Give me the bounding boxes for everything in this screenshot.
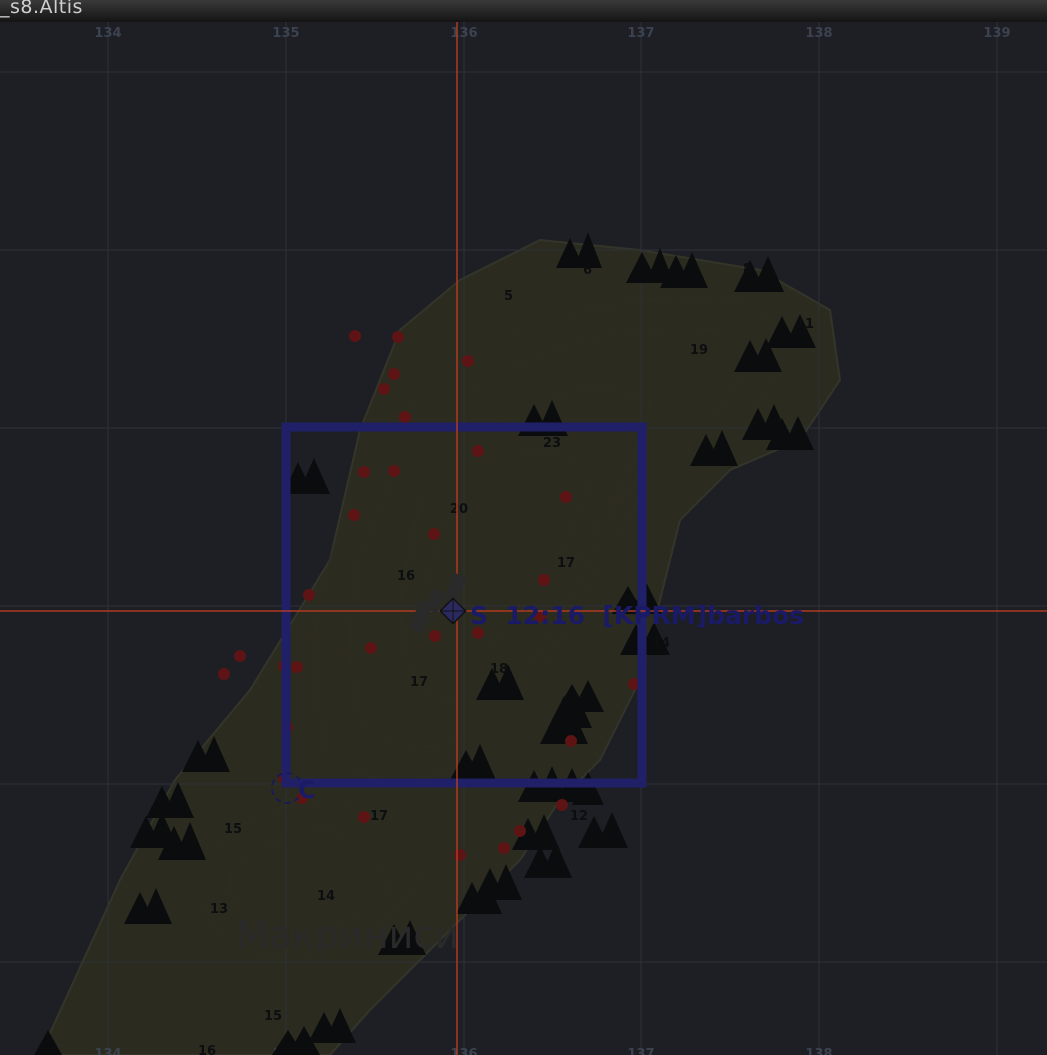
- red-marker: [392, 331, 404, 343]
- elevation-label: 15: [264, 1009, 282, 1024]
- red-marker: [538, 574, 550, 586]
- grid-label: 137: [627, 26, 654, 41]
- red-marker: [556, 799, 568, 811]
- red-marker: [560, 491, 572, 503]
- elevation-label: 16: [397, 569, 415, 584]
- window-titlebar: _s8.Altis: [0, 0, 1047, 22]
- map-view[interactable]: 134 135 136 137 138 139 134 135 136 137 …: [0, 0, 1047, 1055]
- elevation-label: 23: [543, 436, 561, 451]
- elevation-label: 14: [652, 636, 670, 651]
- elevation-label: 13: [210, 902, 228, 917]
- grid-label: 138: [805, 26, 832, 41]
- grid-label: 137: [627, 1047, 654, 1055]
- elevation-label: 5: [504, 289, 513, 304]
- red-marker: [365, 642, 377, 654]
- red-marker: [428, 528, 440, 540]
- elevation-label: 6: [583, 263, 592, 278]
- window-title: _s8.Altis: [0, 0, 83, 18]
- elevation-label: 20: [450, 502, 468, 517]
- elevation-label: 14: [317, 889, 335, 904]
- red-marker: [378, 383, 390, 395]
- red-marker: [218, 668, 230, 680]
- elevation-label: 19: [690, 343, 708, 358]
- red-marker: [388, 465, 400, 477]
- red-marker: [498, 842, 510, 854]
- elevation-label: 17: [557, 556, 575, 571]
- elevation-label: 18: [490, 662, 508, 677]
- red-marker: [388, 368, 400, 380]
- red-marker: [454, 849, 466, 861]
- grid-label: 138: [805, 1047, 832, 1055]
- red-marker: [303, 589, 315, 601]
- red-marker: [514, 825, 526, 837]
- grid-label: 134: [94, 26, 121, 41]
- red-marker: [349, 330, 361, 342]
- grid-label: 139: [983, 26, 1010, 41]
- elevation-label: 15: [224, 822, 242, 837]
- grid-label: 136: [450, 26, 477, 41]
- grid-labels-top: 134 135 136 137 138 139: [94, 26, 1010, 41]
- red-marker: [429, 630, 441, 642]
- red-marker: [399, 411, 411, 423]
- red-marker: [358, 466, 370, 478]
- elevation-label: 11: [796, 317, 814, 332]
- grid-label: 136: [450, 1047, 477, 1055]
- red-marker: [291, 661, 303, 673]
- elevation-label: 16: [198, 1044, 216, 1055]
- elevation-label: 8: [743, 262, 752, 277]
- red-marker: [462, 355, 474, 367]
- elevation-label: 17: [410, 675, 428, 690]
- waypoint-label: C: [298, 776, 316, 804]
- unit-callout: S 12:16 [KPRM]barbos: [470, 601, 804, 630]
- elevation-label: 12: [570, 809, 588, 824]
- red-marker: [565, 735, 577, 747]
- grid-label: 134: [94, 1047, 121, 1055]
- red-marker: [358, 811, 370, 823]
- red-marker: [472, 445, 484, 457]
- grid-label: 135: [272, 26, 299, 41]
- red-marker: [234, 650, 246, 662]
- elevation-label: 17: [370, 809, 388, 824]
- red-marker: [348, 509, 360, 521]
- place-name: Макриниси: [236, 913, 459, 957]
